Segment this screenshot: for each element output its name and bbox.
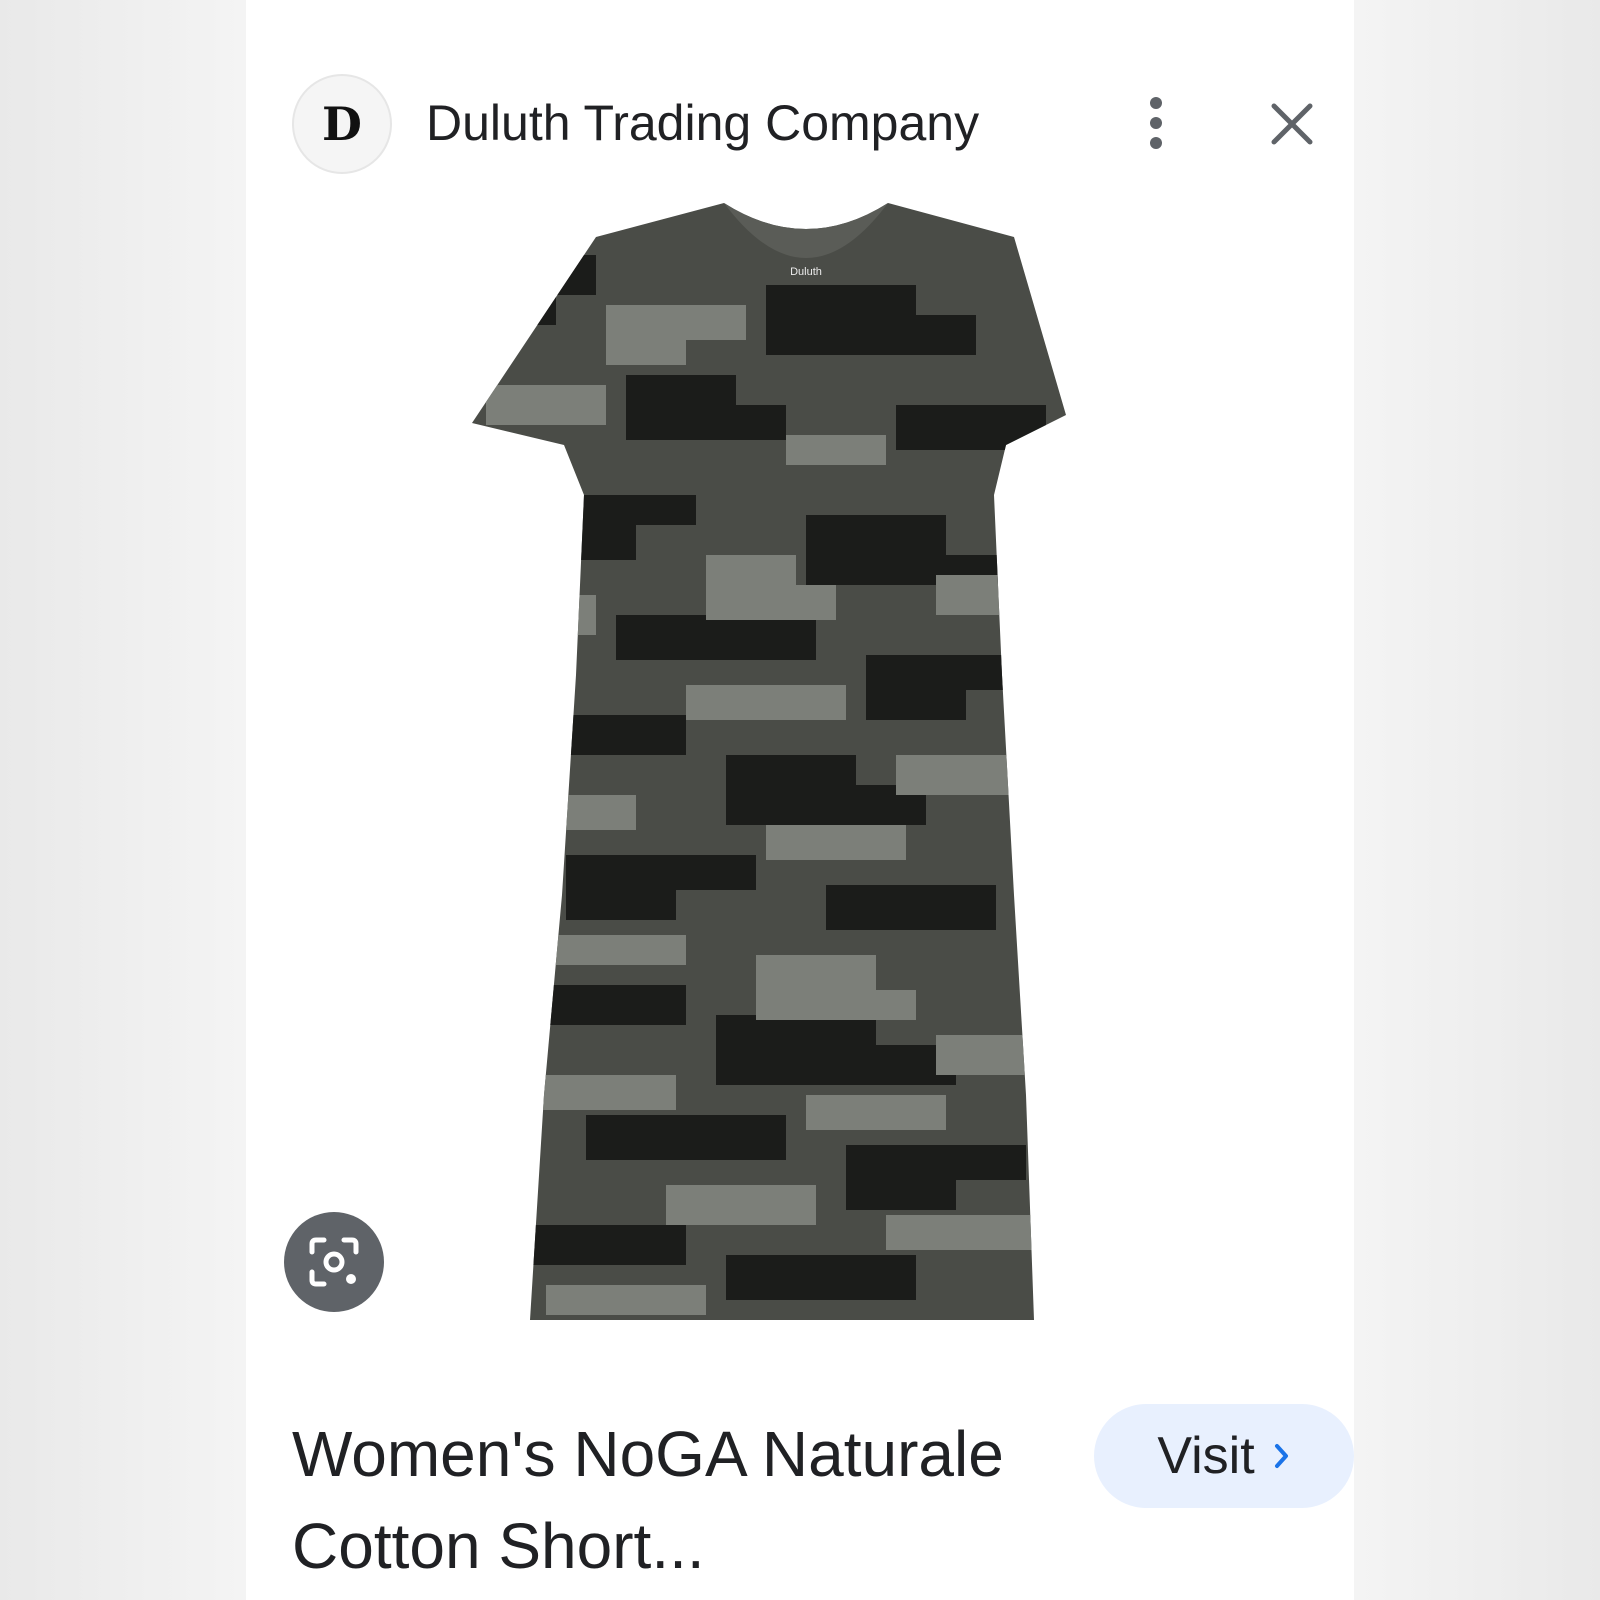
source-logo-letter: D <box>322 97 362 151</box>
close-icon <box>1271 103 1313 145</box>
chevron-right-icon <box>1274 1444 1288 1468</box>
source-logo[interactable]: D <box>292 74 392 174</box>
visit-label: Visit <box>1157 1427 1255 1485</box>
lens-search-button[interactable] <box>284 1212 384 1312</box>
visit-button[interactable]: Visit <box>1094 1404 1354 1508</box>
close-button[interactable] <box>1256 88 1328 160</box>
product-title[interactable]: Women's NoGA Naturale Cotton Short... <box>292 1408 1052 1592</box>
image-preview-card: D Duluth Trading Company Duluth Women's … <box>246 0 1354 1600</box>
camo-dress-illustration: Duluth <box>472 203 1066 1320</box>
more-vert-icon <box>1150 97 1162 149</box>
right-backdrop <box>1354 0 1600 1600</box>
more-options-button[interactable] <box>1126 88 1186 158</box>
garment-tag: Duluth <box>790 266 822 278</box>
preview-header: D Duluth Trading Company <box>246 70 1354 175</box>
lens-icon <box>309 1237 359 1287</box>
product-image[interactable]: Duluth <box>466 195 1146 1355</box>
source-name[interactable]: Duluth Trading Company <box>426 94 979 152</box>
left-backdrop <box>0 0 246 1600</box>
